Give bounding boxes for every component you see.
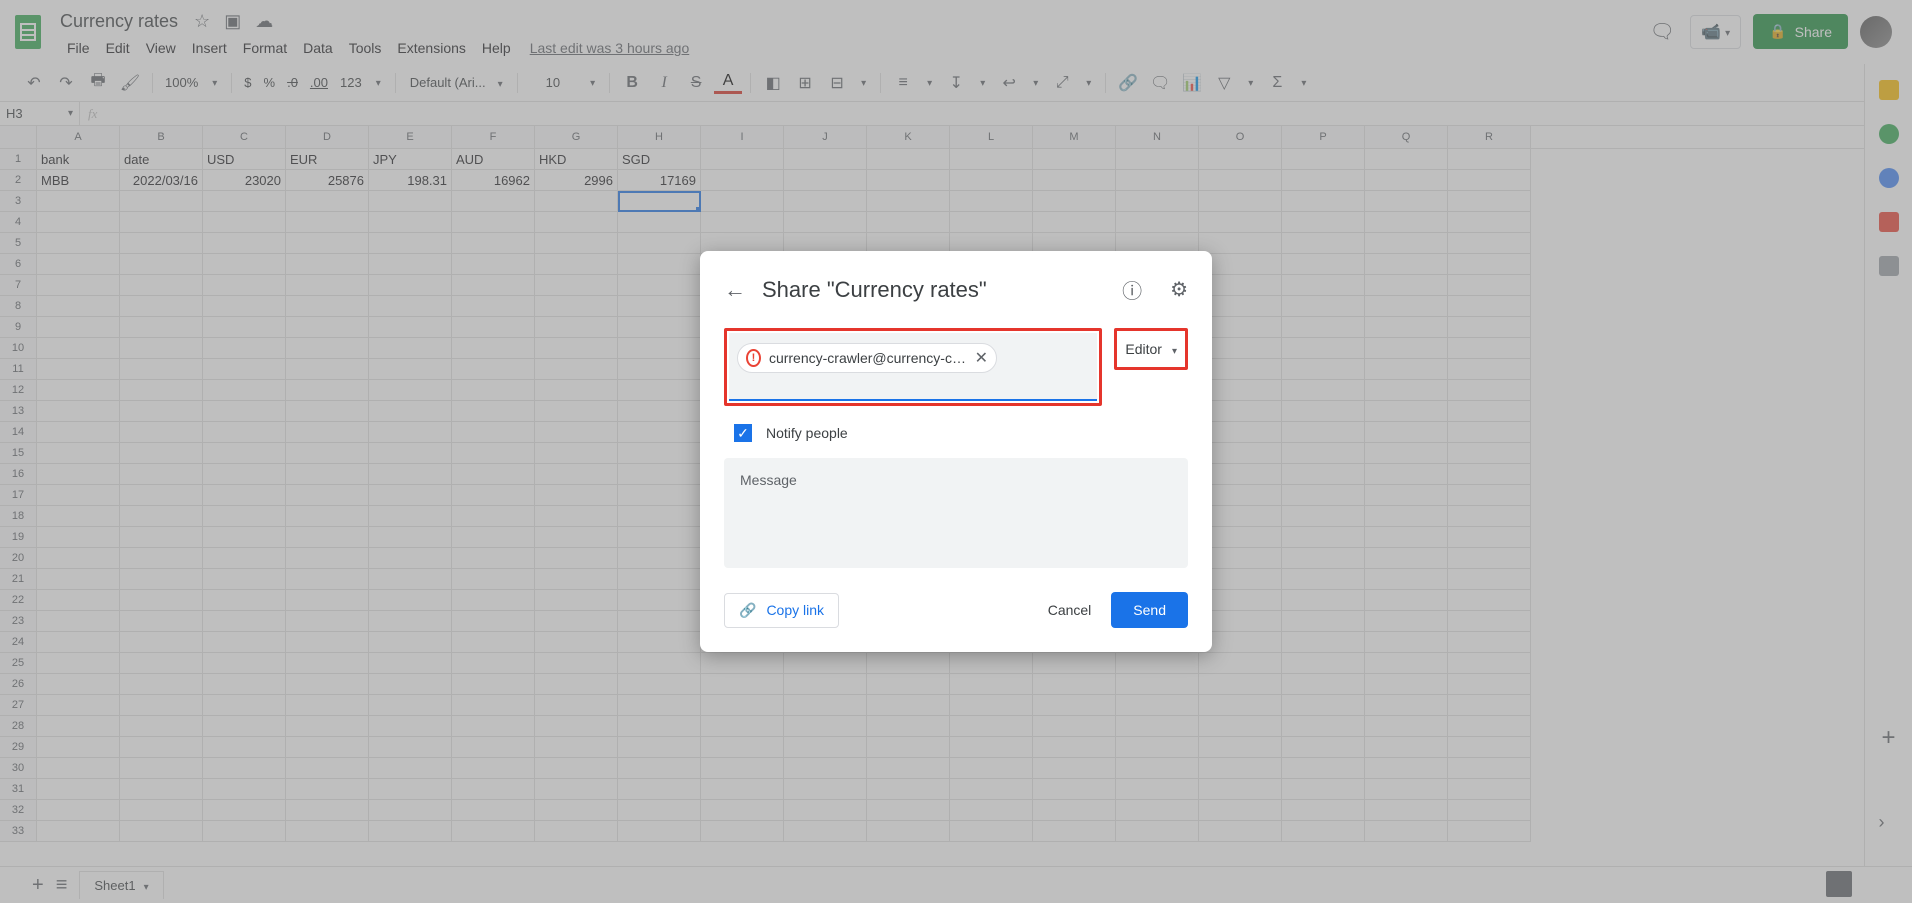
- notify-checkbox[interactable]: ✓: [734, 424, 752, 442]
- role-select[interactable]: Editor: [1119, 333, 1183, 365]
- share-input-row: ! currency-crawler@currency-crawler-36..…: [724, 328, 1188, 406]
- copy-link-label: Copy link: [766, 602, 824, 618]
- highlight-box-email: ! currency-crawler@currency-crawler-36..…: [724, 328, 1102, 406]
- message-input[interactable]: Message: [724, 458, 1188, 568]
- gear-icon[interactable]: ⚙: [1170, 277, 1188, 302]
- cancel-button[interactable]: Cancel: [1048, 602, 1092, 618]
- send-button[interactable]: Send: [1111, 592, 1188, 628]
- highlight-box-role: Editor: [1114, 328, 1188, 370]
- email-chip[interactable]: ! currency-crawler@currency-crawler-36..…: [737, 343, 997, 373]
- dialog-title: Share "Currency rates": [762, 277, 1094, 303]
- chevron-down-icon: [1172, 341, 1177, 357]
- dialog-header: ← Share "Currency rates" ⓘ ⚙: [724, 275, 1188, 304]
- chip-email: currency-crawler@currency-crawler-36...: [769, 350, 967, 366]
- remove-chip-icon[interactable]: ✕: [975, 348, 988, 368]
- modal-overlay: ← Share "Currency rates" ⓘ ⚙ ! currency-…: [0, 0, 1912, 903]
- dialog-footer: 🔗 Copy link Cancel Send: [724, 592, 1188, 628]
- link-icon: 🔗: [739, 602, 756, 619]
- back-icon[interactable]: ←: [724, 277, 746, 303]
- share-dialog: ← Share "Currency rates" ⓘ ⚙ ! currency-…: [700, 251, 1212, 652]
- role-label: Editor: [1125, 341, 1162, 357]
- help-icon[interactable]: ⓘ: [1122, 275, 1142, 304]
- warning-icon: !: [746, 349, 761, 367]
- people-input[interactable]: ! currency-crawler@currency-crawler-36..…: [729, 333, 1097, 401]
- message-placeholder: Message: [740, 472, 797, 488]
- notify-label: Notify people: [766, 425, 848, 441]
- notify-row: ✓ Notify people: [724, 424, 1188, 442]
- copy-link-button[interactable]: 🔗 Copy link: [724, 593, 839, 628]
- dialog-footer-right: Cancel Send: [1048, 592, 1188, 628]
